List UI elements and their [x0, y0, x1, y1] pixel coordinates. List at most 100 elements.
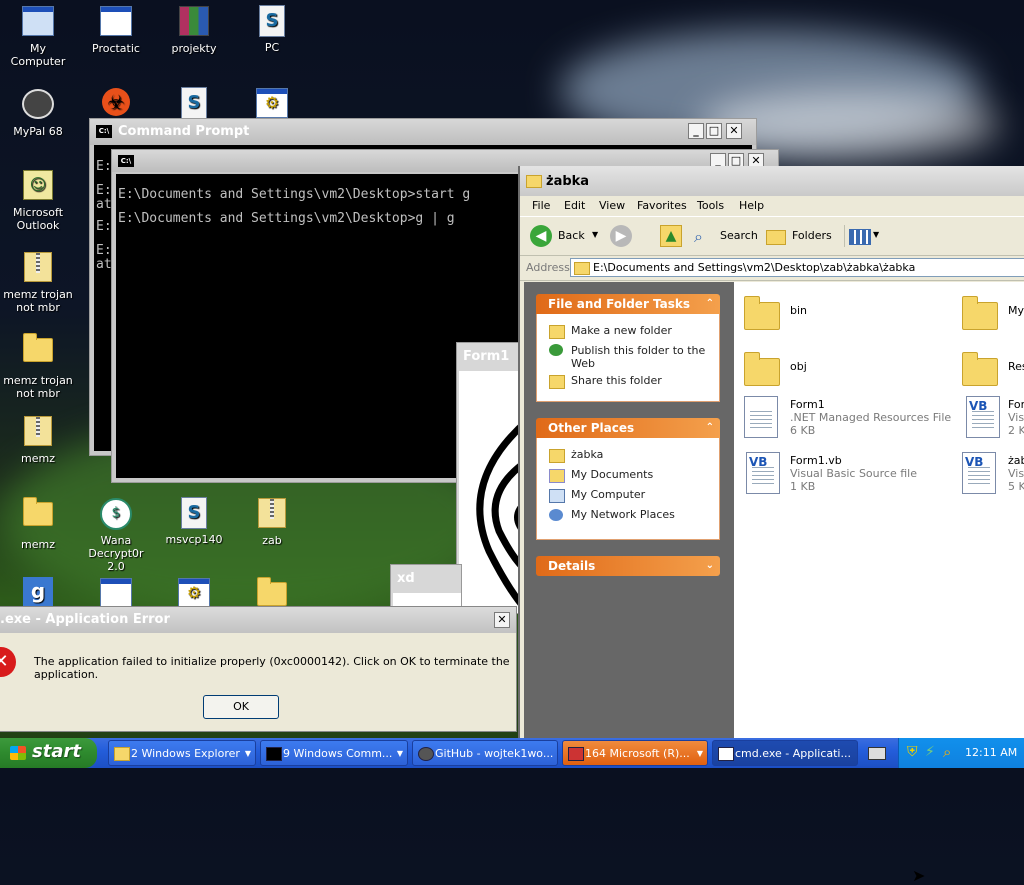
console-line: E:\Documents and Settings\vm2\Desktop>g … [118, 211, 455, 226]
collapse-chevron-icon: ⌃ [705, 298, 714, 309]
chevron-down-icon: ▼ [244, 749, 251, 758]
desktop-icon-mypal[interactable]: MyPal 68 [2, 86, 74, 138]
face-drawing [476, 418, 527, 611]
folder-icon [549, 449, 565, 463]
menu-edit[interactable]: Edit [564, 199, 585, 212]
zip-icon [22, 252, 54, 284]
dialog-titlebar[interactable]: .exe - Application Error ✕ [0, 607, 516, 633]
window-titlebar[interactable]: żabka [520, 166, 1024, 196]
make-new-folder-link[interactable]: Make a new folder [571, 324, 672, 337]
folders-button[interactable]: Folders [766, 225, 832, 247]
mouse-cursor-icon: ➤ [912, 866, 926, 885]
desktop-icon-pc[interactable]: S PC [236, 4, 308, 54]
other-place-zabka[interactable]: żabka [571, 448, 603, 461]
share-folder-icon [549, 375, 565, 389]
maximize-button[interactable]: □ [706, 123, 722, 139]
desktop-icon-memz-zip[interactable]: memz [2, 414, 74, 465]
cmd-icon: C:\ [96, 125, 112, 138]
gear-window-icon: ⚙ [256, 88, 288, 120]
back-button[interactable]: ◀ Back ▼ [530, 225, 604, 247]
forward-button[interactable]: ▶ [610, 225, 632, 247]
taskbar-button-github[interactable]: GitHub - wojtek1wo... [412, 740, 558, 766]
other-place-my-documents[interactable]: My Documents [571, 468, 653, 481]
network-places-icon [549, 509, 563, 521]
menu-favorites[interactable]: Favorites [637, 199, 687, 212]
desktop-icon-proctatic[interactable]: Proctatic [80, 4, 152, 55]
menu-file[interactable]: File [532, 199, 550, 212]
file-folder-tasks-header[interactable]: File and Folder Tasks ⌃ [536, 294, 720, 314]
desktop-icon-memz-trojan-folder[interactable]: memz trojan not mbr [2, 332, 74, 400]
window-title: Form1 [463, 349, 510, 364]
application-error-dialog[interactable]: .exe - Application Error ✕ ✕ The applica… [0, 606, 517, 732]
window-icon [718, 747, 734, 761]
desktop-icon-memz-trojan-zip[interactable]: memz trojan not mbr [2, 250, 74, 314]
error-icon: ✕ [0, 647, 16, 677]
desktop-icon-wana-decrypt0r[interactable]: $ Wana Decrypt0r 2.0 [80, 496, 152, 573]
start-button[interactable]: start [0, 738, 97, 768]
address-label: Address [526, 261, 570, 274]
taskbar: start 2 Windows Explorer ▼ 9 Windows Com… [0, 738, 1024, 768]
menu-tools[interactable]: Tools [697, 199, 724, 212]
other-place-my-computer[interactable]: My Computer [571, 488, 645, 501]
desktop-icon-zab[interactable]: zab [236, 496, 308, 547]
share-folder-link[interactable]: Share this folder [571, 374, 662, 387]
chevron-down-icon: ▼ [592, 230, 599, 239]
ok-button[interactable]: OK [203, 695, 279, 719]
taskbar-button-windows-explorer[interactable]: 2 Windows Explorer ▼ [108, 740, 256, 766]
my-computer-icon [549, 489, 565, 503]
desktop-icon-msvcp140[interactable]: S msvcp140 [158, 496, 230, 546]
console-line: at [96, 197, 112, 212]
vb-project-file-icon: VB [962, 452, 996, 494]
close-button[interactable]: ✕ [494, 612, 510, 628]
chevron-down-icon: ▼ [396, 749, 403, 758]
resources-file-icon [744, 396, 778, 438]
windows-logo-icon [10, 746, 26, 760]
zip-icon [256, 498, 288, 530]
g-app-icon: g [22, 577, 54, 609]
folder-icon [22, 497, 54, 534]
search-button[interactable]: ⌕ Search [694, 225, 758, 247]
explorer-window[interactable]: żabka File Edit View Favorites Tools Hel… [518, 166, 1024, 885]
search-icon: ⌕ [694, 227, 703, 246]
window-titlebar[interactable]: C:\ Command Prompt _ □ ✕ [90, 119, 756, 145]
desktop-icon-outlook[interactable]: ☺ Microsoft Outlook [2, 168, 74, 232]
close-button[interactable]: ✕ [726, 123, 742, 139]
taskbar-button-microsoft[interactable]: 164 Microsoft (R)... ▼ [562, 740, 708, 766]
menu-help[interactable]: Help [739, 199, 764, 212]
publish-folder-link[interactable]: Publish this folder to the Web [571, 344, 711, 370]
desktop-icon-projekty[interactable]: projekty [158, 4, 230, 55]
desktop-icon-my-computer[interactable]: My Computer [2, 4, 74, 68]
outlook-icon: ☺ [22, 170, 54, 202]
biohazard-icon: ☣ [100, 88, 132, 120]
taskbar-button-windows-command[interactable]: 9 Windows Comm... ▼ [260, 740, 408, 766]
network-icon[interactable]: ⚡ [925, 744, 935, 760]
folder-icon [526, 175, 542, 188]
taskbar-button-cmd-error[interactable]: cmd.exe - Applicati... [712, 740, 858, 766]
minimize-button[interactable]: _ [688, 123, 704, 139]
views-button[interactable]: ▼ [844, 225, 881, 247]
other-places-body: żabka My Documents My Computer My Networ… [536, 438, 720, 540]
other-place-network[interactable]: My Network Places [571, 508, 675, 521]
new-folder-icon [549, 325, 565, 339]
address-input[interactable]: E:\Documents and Settings\vm2\Desktop\za… [570, 258, 1024, 277]
folder-icon [574, 262, 590, 275]
up-folder-button[interactable]: ▲ [660, 225, 682, 247]
search-icon[interactable]: ⌕ [943, 743, 951, 761]
cmd-icon: C:\ [118, 155, 134, 167]
security-shield-icon[interactable]: ⛨ [907, 744, 918, 760]
chevron-down-icon: ▼ [696, 749, 703, 758]
vb-source-file-icon: VB [746, 452, 780, 494]
keyboard-icon[interactable] [868, 747, 886, 760]
details-header[interactable]: Details ⌄ [536, 556, 720, 576]
expand-chevron-icon: ⌄ [705, 560, 714, 571]
script-icon: S [178, 497, 210, 529]
clock[interactable]: 12:11 AM [965, 746, 1017, 759]
window-title: Command Prompt [118, 124, 250, 139]
other-places-header[interactable]: Other Places ⌃ [536, 418, 720, 438]
program-window-icon [100, 6, 132, 38]
console-line: E: [96, 183, 112, 198]
folders-icon [766, 230, 786, 245]
desktop-icon-memz-folder[interactable]: memz [2, 496, 74, 551]
console-line: E: [96, 159, 112, 174]
menu-view[interactable]: View [599, 199, 625, 212]
